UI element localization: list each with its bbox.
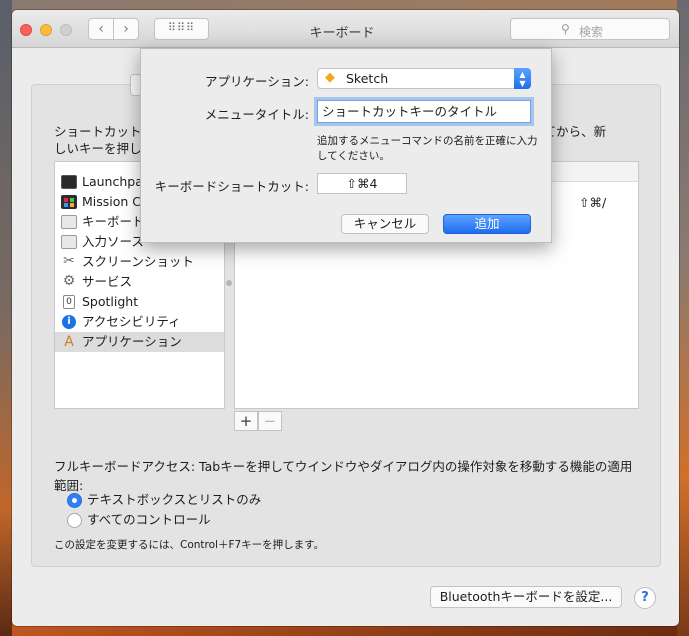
minimize-icon[interactable]	[40, 24, 52, 36]
list-item-applications[interactable]: A アプリケーション	[55, 332, 224, 352]
radio-label: テキストボックスとリストのみ	[87, 492, 262, 507]
list-item-label: Spotlight	[82, 294, 139, 309]
radio-label: すべてのコントロール	[87, 512, 211, 527]
menu-title-label: メニュータイトル:	[204, 107, 309, 122]
input-source-icon	[61, 235, 77, 249]
add-shortcut-button[interactable]: +	[234, 411, 258, 431]
application-label: アプリケーション:	[205, 74, 309, 89]
shortcut-cell: ⇧⌘/	[579, 195, 607, 210]
application-value: Sketch	[346, 71, 389, 86]
list-item-label: 入力ソース	[82, 234, 144, 249]
menu-title-field[interactable]: ショートカットキーのタイトル	[317, 100, 531, 123]
search-field[interactable]: ⚲ 検索	[510, 18, 670, 40]
menu-title-hint: 追加するメニューコマンドの名前を正確に入力してください。	[317, 135, 538, 162]
list-item-label: Mission C	[82, 194, 142, 209]
list-item-label: キーボード	[82, 214, 145, 229]
search-placeholder: 検索	[579, 25, 604, 39]
help-button[interactable]: ?	[634, 587, 656, 609]
list-item-spotlight[interactable]: 0 Spotlight	[55, 292, 224, 312]
list-item-label: アプリケーション	[82, 334, 182, 349]
list-item-label: アクセシビリティ	[82, 314, 181, 329]
applications-icon: A	[64, 334, 74, 350]
window-title: キーボード	[309, 26, 375, 41]
desktop-wallpaper-left	[0, 0, 12, 636]
sketch-app-icon: ◆	[325, 70, 335, 85]
full-keyboard-access-label: フルキーボードアクセス: Tabキーを押してウインドウやダイアログ内の操作対象を…	[54, 459, 633, 493]
list-item-screenshots[interactable]: ✂ スクリーンショット	[55, 252, 224, 272]
services-gear-icon: ⚙	[62, 273, 76, 289]
list-item-accessibility[interactable]: i アクセシビリティ	[55, 312, 224, 332]
split-view-handle[interactable]	[226, 280, 232, 286]
shortcut-change-note: この設定を変更するには、Control＋F7キーを押します。	[54, 539, 325, 551]
list-item-label: サービス	[82, 274, 133, 289]
add-button[interactable]: 追加	[443, 214, 531, 234]
title-bar: ‹ › ⠿⠿⠿ キーボード ⚲ 検索	[12, 10, 679, 48]
list-item-label: スクリーンショット	[82, 254, 194, 269]
setup-bluetooth-keyboard-button[interactable]: Bluetoothキーボードを設定...	[430, 586, 622, 608]
mission-control-icon	[61, 195, 77, 209]
preferences-window: ‹ › ⠿⠿⠿ キーボード ⚲ 検索 ショートカット しいキーを押し クしてから…	[12, 10, 679, 626]
popup-arrows-icon: ▲ ▼	[514, 68, 531, 89]
show-all-grid-button[interactable]: ⠿⠿⠿	[154, 18, 209, 40]
launchpad-icon	[61, 175, 77, 189]
cancel-button[interactable]: キャンセル	[341, 214, 429, 234]
keyboard-shortcut-field[interactable]: ⇧⌘4	[317, 173, 407, 194]
close-icon[interactable]	[20, 24, 32, 36]
add-shortcut-sheet: アプリケーション: ◆ Sketch ▲ ▼ メニュータイトル: ショートカットキ…	[140, 48, 552, 243]
spotlight-icon: 0	[63, 295, 75, 309]
remove-shortcut-button[interactable]: −	[258, 411, 282, 431]
zoom-icon[interactable]	[60, 24, 72, 36]
forward-button[interactable]: ›	[113, 18, 139, 40]
search-icon: ⚲	[561, 22, 570, 36]
back-button[interactable]: ‹	[88, 18, 114, 40]
accessibility-icon: i	[62, 315, 76, 329]
keyboard-shortcut-label: キーボードショートカット:	[154, 179, 309, 194]
screenshot-icon: ✂	[63, 253, 75, 269]
application-popup[interactable]: ◆ Sketch ▲ ▼	[317, 68, 531, 89]
keyboard-icon	[61, 215, 77, 229]
radio-button[interactable]	[67, 513, 82, 528]
radio-button-selected[interactable]	[67, 493, 82, 508]
list-item-services[interactable]: ⚙ サービス	[55, 272, 224, 292]
